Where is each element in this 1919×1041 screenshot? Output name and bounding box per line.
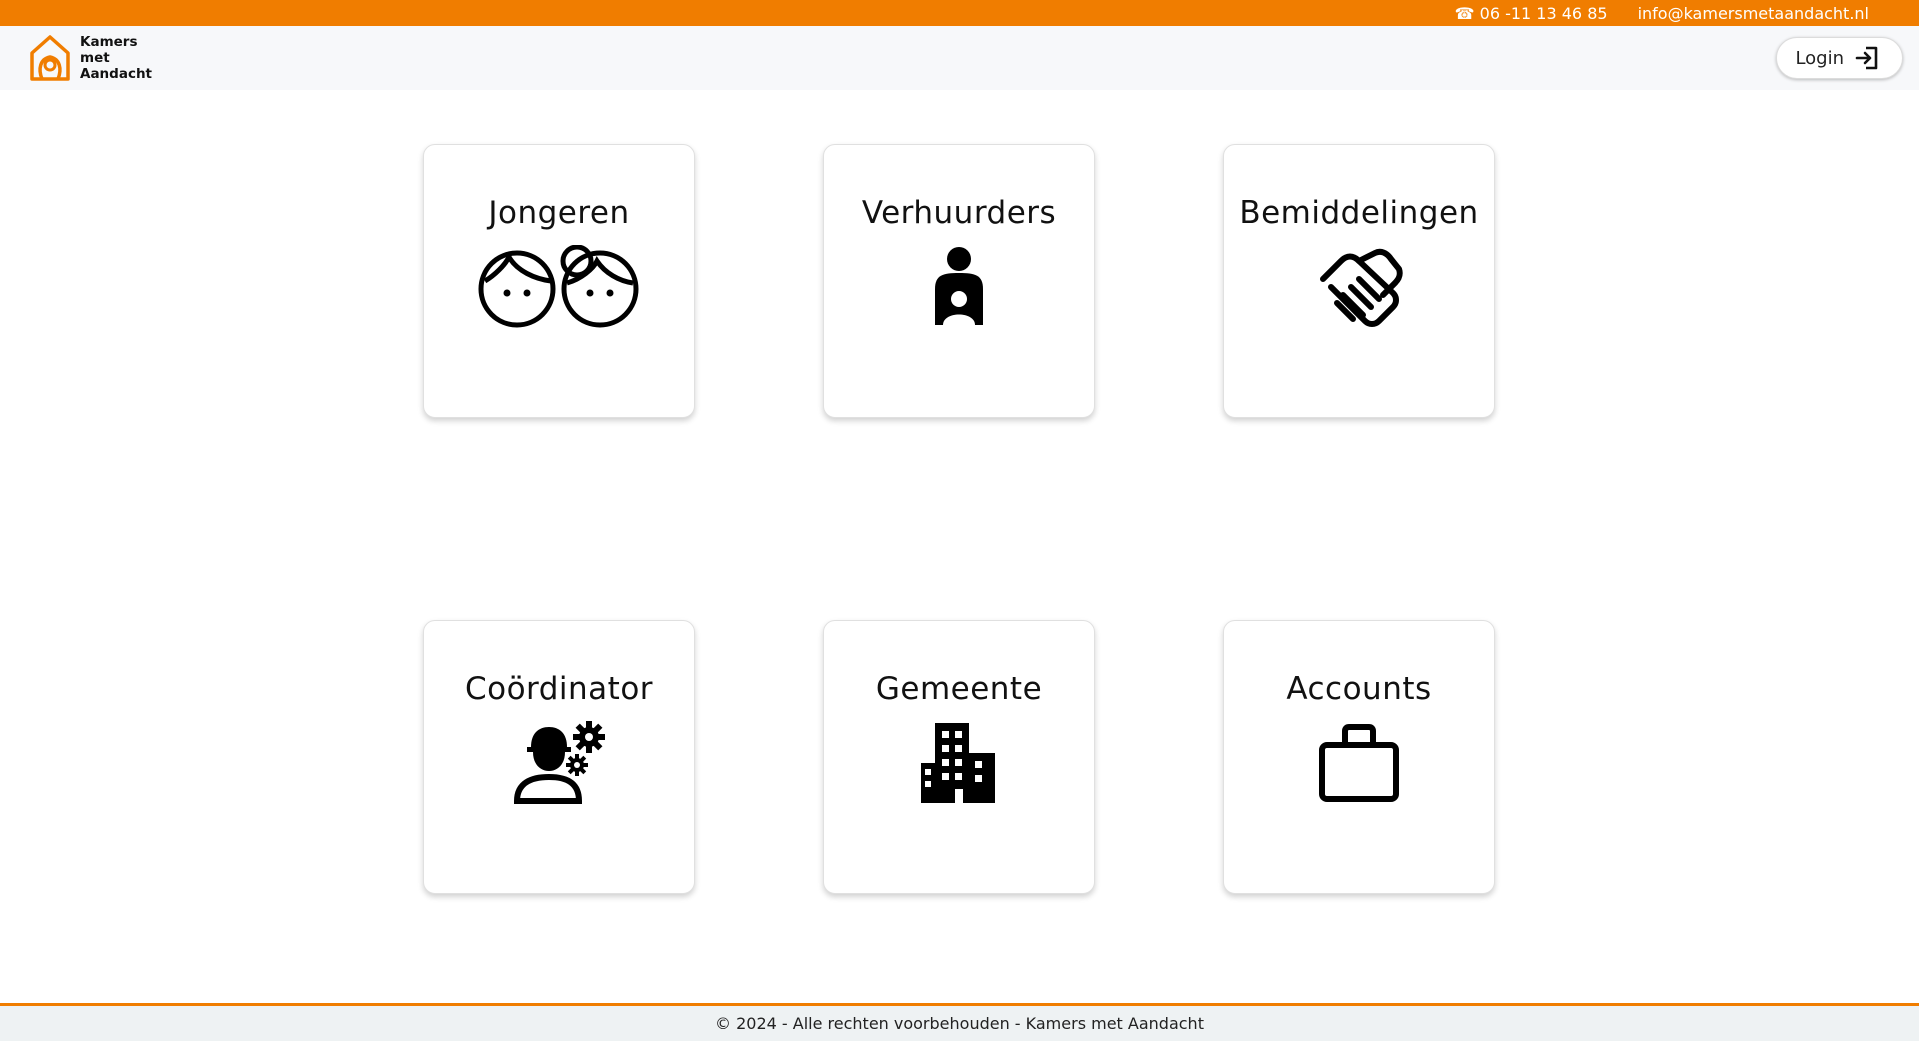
card-accounts[interactable]: Accounts bbox=[1223, 620, 1495, 894]
two-kids-faces-icon bbox=[478, 245, 639, 328]
card-coordinator[interactable]: Coördinator bbox=[423, 620, 695, 894]
phone-number[interactable]: ☎ 06 -11 13 46 85 bbox=[1455, 4, 1608, 23]
building-icon bbox=[921, 723, 995, 803]
brand-logo-link[interactable]: Kamers met Aandacht bbox=[28, 33, 152, 83]
card-bemiddelingen[interactable]: Bemiddelingen bbox=[1223, 144, 1495, 418]
card-title: Gemeente bbox=[875, 671, 1043, 707]
landlord-person-icon bbox=[935, 247, 983, 325]
footer-copyright: © 2024 - Alle rechten voorbehouden - Kam… bbox=[715, 1014, 1204, 1033]
header: Kamers met Aandacht Login bbox=[0, 26, 1919, 90]
card-title: Jongeren bbox=[488, 195, 630, 231]
card-title: Coördinator bbox=[464, 671, 654, 707]
brand-line-1: Kamers bbox=[80, 34, 138, 50]
email-address[interactable]: info@kamersmetaandacht.nl bbox=[1638, 4, 1869, 23]
dashboard-grid: Jongeren Verhuurders Bemiddelingen Coörd… bbox=[423, 144, 1495, 894]
card-gemeente[interactable]: Gemeente bbox=[823, 620, 1095, 894]
card-title: Bemiddelingen bbox=[1239, 195, 1479, 231]
brand-line-2: met bbox=[80, 50, 110, 66]
handshake-icon bbox=[1320, 248, 1403, 327]
card-verhuurders[interactable]: Verhuurders bbox=[823, 144, 1095, 418]
card-title: Accounts bbox=[1286, 671, 1432, 707]
brand-line-3: Aandacht bbox=[80, 66, 153, 82]
login-arrow-icon bbox=[1855, 46, 1878, 70]
card-jongeren[interactable]: Jongeren bbox=[423, 144, 695, 418]
brand-name: Kamers met Aandacht bbox=[80, 34, 152, 82]
top-contact-bar: ☎ 06 -11 13 46 85 info@kamersmetaandacht… bbox=[0, 0, 1919, 26]
card-title: Verhuurders bbox=[861, 195, 1057, 231]
footer: © 2024 - Alle rechten voorbehouden - Kam… bbox=[0, 1003, 1919, 1041]
login-label: Login bbox=[1795, 47, 1844, 69]
worker-gears-icon bbox=[513, 721, 605, 804]
house-logo-icon bbox=[30, 35, 70, 81]
briefcase-icon bbox=[1319, 724, 1399, 802]
login-button[interactable]: Login bbox=[1776, 37, 1903, 79]
